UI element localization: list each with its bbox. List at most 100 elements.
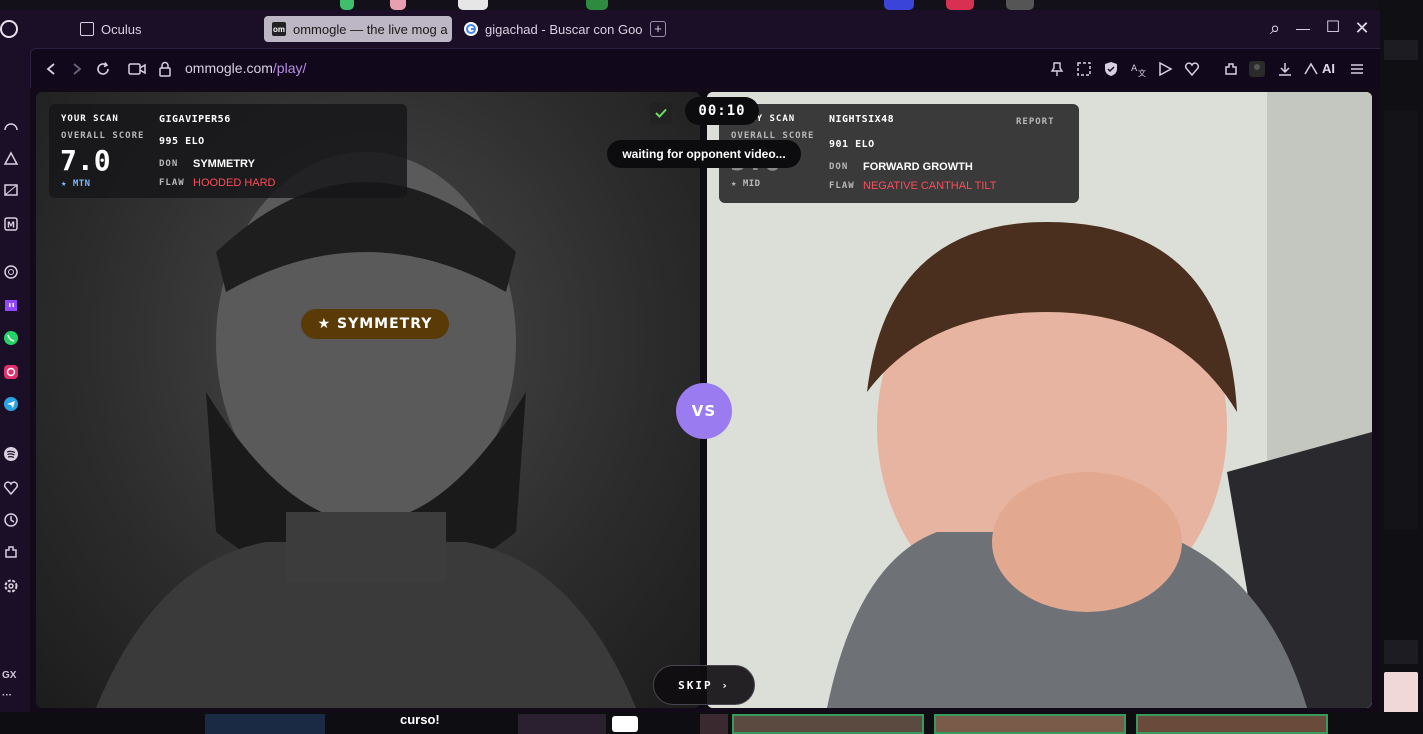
your-flaw-value: HOODED HARD	[193, 177, 276, 189]
your-tier: ★ MTN	[61, 179, 91, 189]
google-icon	[464, 22, 478, 36]
opponent-video-panel: ENEMY SCAN OVERALL SCORE 5.6 ★ MID NIGHT…	[707, 92, 1372, 708]
home-icon[interactable]	[0, 148, 22, 168]
svg-text:A: A	[1131, 64, 1138, 74]
tab-ommogle[interactable]: om ommogle — the live mog a	[264, 16, 452, 42]
close-icon[interactable]: ✕	[1351, 18, 1373, 38]
your-don-value: SYMMETRY	[193, 158, 255, 170]
url-path: /play/	[272, 60, 307, 76]
heart-icon[interactable]	[0, 478, 22, 498]
your-video-panel: YOUR SCAN OVERALL SCORE 7.0 ★ MTN GIGAVI…	[36, 92, 700, 708]
chatgpt-icon[interactable]	[0, 262, 22, 282]
round-timer: 00:10	[685, 97, 759, 125]
send-icon[interactable]	[1155, 59, 1175, 79]
desktop-icon[interactable]	[390, 0, 406, 10]
extensions-icon[interactable]	[0, 542, 22, 562]
reload-icon[interactable]	[93, 59, 113, 79]
lock-icon[interactable]	[155, 59, 175, 79]
new-tab-button[interactable]: +	[650, 21, 666, 37]
vs-badge: VS	[676, 383, 732, 439]
your-username: GIGAVIPER56	[159, 114, 231, 125]
settings-gear-icon[interactable]	[0, 576, 22, 596]
spotify-icon[interactable]	[0, 444, 22, 464]
background-window-block	[1384, 110, 1418, 530]
desktop: curso! Oculus om ommogle — the live mog …	[0, 0, 1423, 734]
waiting-status: waiting for opponent video...	[607, 140, 801, 168]
messenger-icon[interactable]: M	[0, 214, 22, 234]
document-icon	[80, 22, 94, 36]
camera-icon[interactable]	[127, 59, 147, 79]
svg-text:文: 文	[1138, 68, 1146, 77]
skip-button[interactable]: SKIP ›	[653, 665, 755, 705]
symmetry-badge: ★ SYMMETRY	[301, 309, 449, 339]
svg-text:M: M	[7, 221, 15, 230]
browser-sidebar: M GX ···	[0, 48, 30, 712]
tab-oculus[interactable]: Oculus	[72, 16, 252, 42]
translate-icon[interactable]: A文	[1128, 59, 1148, 79]
tab-label: Oculus	[101, 21, 142, 37]
download-icon[interactable]	[1275, 59, 1295, 79]
desktop-icon[interactable]	[884, 0, 914, 10]
background-window-block	[1384, 40, 1418, 60]
enemy-username: NIGHTSIX48	[829, 114, 895, 125]
url-domain: ommogle.com	[185, 60, 273, 76]
instagram-icon[interactable]	[0, 362, 22, 382]
easy-setup-menu-icon[interactable]	[1347, 59, 1367, 79]
pin-icon[interactable]	[1047, 59, 1067, 79]
tab-label: ommogle — the live mog a	[293, 21, 448, 37]
back-icon[interactable]	[41, 59, 61, 79]
participant-thumbnail[interactable]	[934, 714, 1126, 734]
enemy-elo: 901 ELO	[829, 139, 875, 150]
profile-avatar-icon[interactable]	[1247, 59, 1267, 79]
your-elo: 995 ELO	[159, 136, 205, 147]
minimize-icon[interactable]: —	[1292, 18, 1314, 38]
desktop-icon[interactable]	[458, 0, 488, 10]
don-label: DON	[159, 159, 179, 169]
flaw-label: FLAW	[159, 178, 185, 188]
heart-icon[interactable]	[1182, 59, 1202, 79]
url-text[interactable]: ommogle.com/play/	[185, 60, 306, 76]
desktop-icon[interactable]	[340, 0, 354, 10]
telegram-icon[interactable]	[0, 394, 22, 414]
white-button[interactable]	[612, 716, 638, 732]
thumbnail[interactable]	[700, 714, 728, 734]
ommogle-favicon-icon: om	[272, 22, 286, 36]
desktop-icon[interactable]	[946, 0, 974, 10]
maximize-icon[interactable]: ☐	[1322, 18, 1344, 38]
history-icon[interactable]	[0, 510, 22, 530]
desktop-icon[interactable]	[586, 0, 608, 10]
thumbnail[interactable]	[518, 714, 606, 734]
twitch-icon[interactable]	[0, 296, 22, 316]
whatsapp-icon[interactable]	[0, 328, 22, 348]
overlay-text: curso!	[400, 712, 440, 727]
camera-ready-check-icon[interactable]	[650, 102, 672, 124]
tab-google-search[interactable]: gigachad - Buscar con Goo	[456, 16, 642, 42]
ommogle-play-page: YOUR SCAN OVERALL SCORE 7.0 ★ MTN GIGAVI…	[30, 88, 1380, 712]
ai-label[interactable]: AI	[1322, 61, 1335, 76]
gx-label[interactable]: GX	[2, 670, 16, 681]
participant-thumbnail[interactable]	[732, 714, 924, 734]
forward-icon[interactable]	[67, 59, 87, 79]
participant-thumbnail[interactable]	[1136, 714, 1328, 734]
search-tabs-icon[interactable]: ⌕	[1264, 18, 1286, 38]
vpn-shield-icon[interactable]	[1101, 59, 1121, 79]
sidebar-more-icon[interactable]: ···	[2, 690, 12, 701]
snapshot-icon[interactable]	[1074, 59, 1094, 79]
opera-logo-icon[interactable]	[0, 20, 18, 38]
your-scan-card: YOUR SCAN OVERALL SCORE 7.0 ★ MTN GIGAVI…	[49, 104, 407, 198]
your-overall-score: 7.0	[60, 144, 111, 177]
aria-ai-icon[interactable]	[1301, 59, 1321, 79]
speed-dial-icon[interactable]	[0, 116, 22, 136]
cards-icon[interactable]	[0, 180, 22, 200]
taskbar-strip: curso!	[0, 712, 1423, 734]
enemy-flaw-value: NEGATIVE CANTHAL TILT	[863, 180, 997, 192]
tab-label: gigachad - Buscar con Goo	[485, 21, 642, 37]
don-label: DON	[829, 162, 849, 172]
desktop-icon[interactable]	[1006, 0, 1034, 10]
background-window	[1378, 0, 1423, 734]
thumbnail[interactable]	[205, 714, 325, 734]
report-button[interactable]: REPORT	[1016, 117, 1055, 127]
address-bar: ommogle.com/play/ A文 AI	[30, 48, 1380, 88]
extensions-icon[interactable]	[1221, 59, 1241, 79]
overall-score-label: OVERALL SCORE	[61, 131, 145, 141]
